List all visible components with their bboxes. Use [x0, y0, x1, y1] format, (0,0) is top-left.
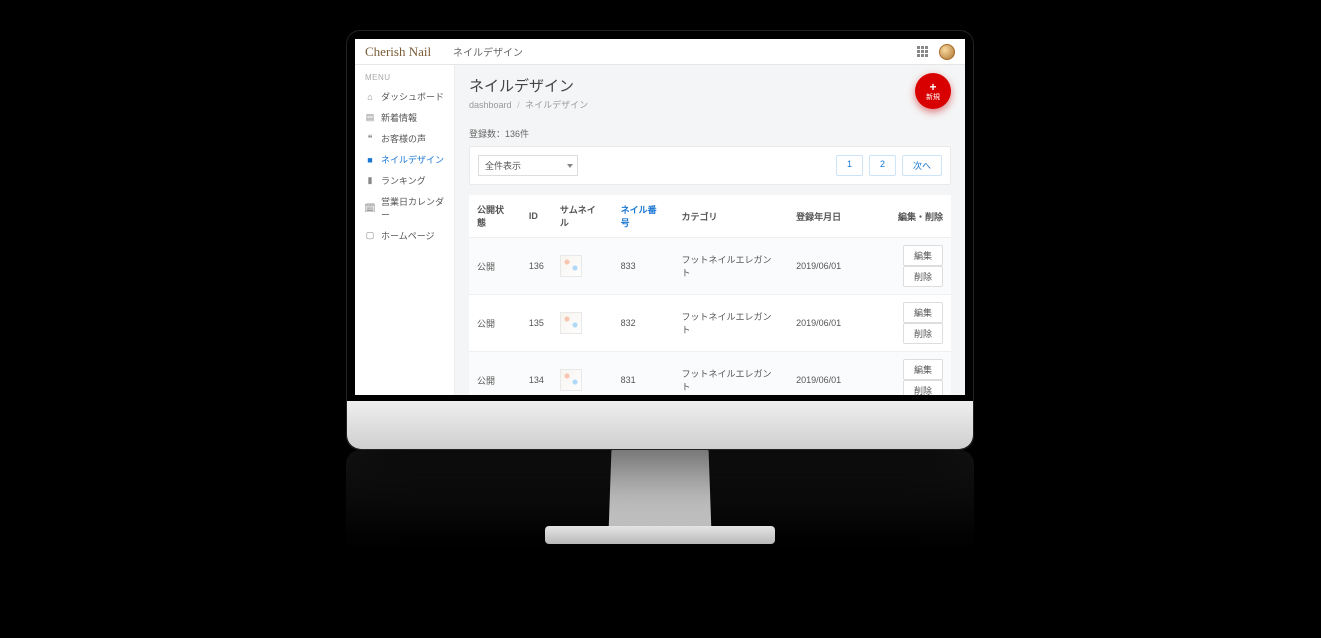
- cell-category: フットネイルエレガント: [674, 295, 789, 352]
- cell-id: 135: [521, 295, 552, 352]
- sidebar-item-news[interactable]: ▤ 新着情報: [355, 107, 454, 128]
- table-row: 公開135832フットネイルエレガント2019/06/01編集削除: [469, 295, 951, 352]
- toolbar: 全件表示 1 2 次へ: [469, 146, 951, 185]
- calendar-icon: 🗓: [365, 203, 375, 214]
- cell-nail-no: 832: [613, 295, 674, 352]
- brand-logo[interactable]: Cherish Nail: [365, 44, 453, 60]
- sidebar-item-calendar[interactable]: 🗓 営業日カレンダー: [355, 191, 454, 225]
- topbar-title: ネイルデザイン: [453, 44, 523, 59]
- delete-button[interactable]: 削除: [903, 266, 943, 287]
- cell-thumb: [552, 295, 613, 352]
- ranking-icon: ▮: [365, 175, 375, 186]
- col-actions: 編集・削除: [849, 195, 951, 238]
- thumbnail-image[interactable]: [560, 369, 582, 391]
- sidebar-item-label: ダッシュボード: [381, 90, 444, 103]
- apps-grid-icon[interactable]: [917, 46, 929, 58]
- cell-date: 2019/06/01: [788, 295, 849, 352]
- breadcrumb-current: ネイルデザイン: [525, 100, 588, 110]
- app-screen: Cherish Nail ネイルデザイン MENU ⌂ ダッシュボード ▤ 新着…: [355, 39, 965, 395]
- pagination: 1 2 次へ: [836, 155, 942, 176]
- cell-status: 公開: [469, 295, 521, 352]
- new-button[interactable]: + 新規: [915, 73, 951, 109]
- sidebar-item-nail-design[interactable]: ■ ネイルデザイン: [355, 149, 454, 170]
- cell-actions: 編集削除: [849, 295, 951, 352]
- sidebar-item-label: 新着情報: [381, 111, 417, 124]
- page-1-button[interactable]: 1: [836, 155, 863, 176]
- sidebar-item-dashboard[interactable]: ⌂ ダッシュボード: [355, 86, 454, 107]
- col-thumb[interactable]: サムネイル: [552, 195, 613, 238]
- cell-category: フットネイルエレガント: [674, 352, 789, 396]
- monitor-chin: [347, 401, 973, 449]
- home-icon: ⌂: [365, 92, 375, 102]
- breadcrumb-separator: /: [517, 100, 520, 110]
- news-icon: ▤: [365, 112, 375, 123]
- col-date[interactable]: 登録年月日: [788, 195, 849, 238]
- thumbnail-image[interactable]: [560, 255, 582, 277]
- breadcrumb-root[interactable]: dashboard: [469, 100, 512, 110]
- delete-button[interactable]: 削除: [903, 380, 943, 395]
- cell-thumb: [552, 238, 613, 295]
- col-category[interactable]: カテゴリ: [674, 195, 789, 238]
- delete-button[interactable]: 削除: [903, 323, 943, 344]
- cell-thumb: [552, 352, 613, 396]
- sidebar-item-homepage[interactable]: ▢ ホームページ: [355, 225, 454, 246]
- table-row: 公開134831フットネイルエレガント2019/06/01編集削除: [469, 352, 951, 396]
- page-next-button[interactable]: 次へ: [902, 155, 942, 176]
- edit-button[interactable]: 編集: [903, 245, 943, 266]
- thumbnail-image[interactable]: [560, 312, 582, 334]
- record-count: 登録数：136件: [469, 127, 951, 140]
- cell-nail-no: 831: [613, 352, 674, 396]
- cell-nail-no: 833: [613, 238, 674, 295]
- folder-icon: ■: [365, 155, 375, 165]
- fab-label: 新規: [926, 94, 940, 101]
- monitor-frame: Cherish Nail ネイルデザイン MENU ⌂ ダッシュボード ▤ 新着…: [346, 30, 974, 450]
- page-icon: ▢: [365, 230, 375, 241]
- monitor-stand-base: [545, 526, 775, 544]
- cell-status: 公開: [469, 352, 521, 396]
- sidebar-item-label: ネイルデザイン: [381, 153, 444, 166]
- voice-icon: ❝: [365, 133, 375, 144]
- sidebar-item-label: ランキング: [381, 174, 426, 187]
- sidebar-heading: MENU: [355, 73, 454, 86]
- data-table: 公開状態 ID サムネイル ネイル番号 カテゴリ 登録年月日 編集・削除 公開1…: [469, 195, 951, 395]
- col-nail-no[interactable]: ネイル番号: [613, 195, 674, 238]
- filter-selected-value: 全件表示: [485, 161, 521, 171]
- monitor-stand-neck: [608, 448, 711, 537]
- main-content: + 新規 ネイルデザイン dashboard / ネイルデザイン 登録数：136…: [455, 65, 965, 395]
- cell-actions: 編集削除: [849, 352, 951, 396]
- cell-category: フットネイルエレガント: [674, 238, 789, 295]
- sidebar: MENU ⌂ ダッシュボード ▤ 新着情報 ❝ お客様の声 ■ ネイルデザイン: [355, 65, 455, 395]
- cell-date: 2019/06/01: [788, 352, 849, 396]
- sidebar-item-label: 営業日カレンダー: [381, 195, 444, 221]
- cell-actions: 編集削除: [849, 238, 951, 295]
- filter-select[interactable]: 全件表示: [478, 155, 578, 176]
- cell-date: 2019/06/01: [788, 238, 849, 295]
- sidebar-item-label: お客様の声: [381, 132, 426, 145]
- breadcrumb: dashboard / ネイルデザイン: [469, 98, 951, 111]
- cell-id: 134: [521, 352, 552, 396]
- page-title: ネイルデザイン: [469, 75, 951, 96]
- cell-status: 公開: [469, 238, 521, 295]
- cell-id: 136: [521, 238, 552, 295]
- topbar: Cherish Nail ネイルデザイン: [355, 39, 965, 65]
- edit-button[interactable]: 編集: [903, 302, 943, 323]
- table-row: 公開136833フットネイルエレガント2019/06/01編集削除: [469, 238, 951, 295]
- plus-icon: +: [929, 81, 936, 93]
- sidebar-item-voice[interactable]: ❝ お客様の声: [355, 128, 454, 149]
- col-id[interactable]: ID: [521, 195, 552, 238]
- edit-button[interactable]: 編集: [903, 359, 943, 380]
- sidebar-item-label: ホームページ: [381, 229, 435, 242]
- avatar[interactable]: [939, 44, 955, 60]
- col-status[interactable]: 公開状態: [469, 195, 521, 238]
- sidebar-item-ranking[interactable]: ▮ ランキング: [355, 170, 454, 191]
- page-2-button[interactable]: 2: [869, 155, 896, 176]
